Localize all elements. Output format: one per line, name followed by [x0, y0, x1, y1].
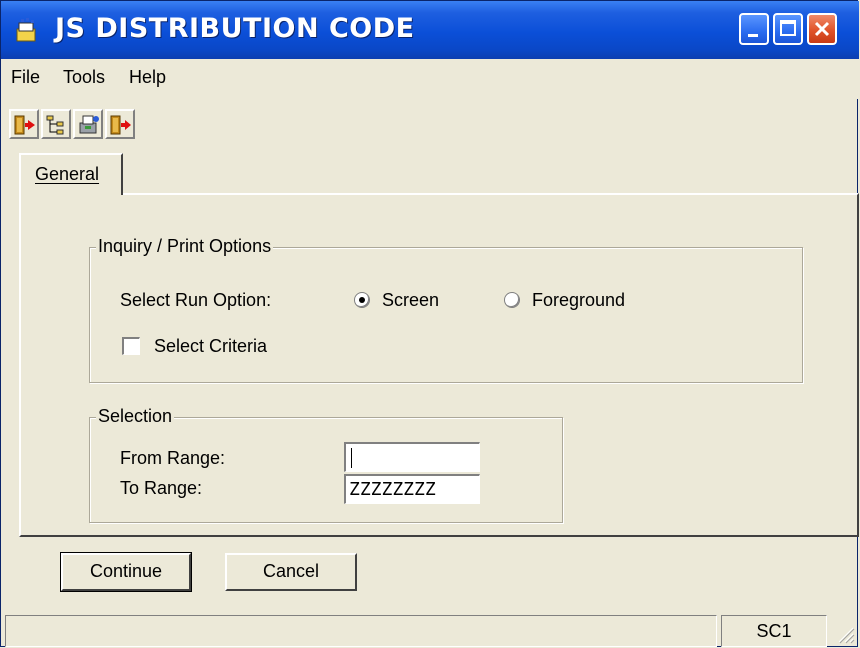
status-pane-main — [5, 615, 717, 647]
maximize-button[interactable] — [773, 13, 803, 45]
select-criteria-checkbox[interactable] — [122, 337, 140, 355]
selection-legend: Selection — [96, 406, 175, 427]
foreground-radio-label[interactable]: Foreground — [532, 290, 625, 311]
run-button[interactable] — [105, 109, 135, 139]
exit-button[interactable] — [9, 109, 39, 139]
status-code-text: SC1 — [756, 621, 792, 641]
print-setup-icon — [79, 115, 99, 134]
select-criteria-label[interactable]: Select Criteria — [154, 336, 267, 357]
minimize-button[interactable] — [739, 13, 769, 45]
menu-tools[interactable]: Tools — [63, 67, 105, 88]
to-range-value: ZZZZZZZZ — [349, 479, 436, 500]
window-title: JS DISTRIBUTION CODE — [55, 13, 415, 44]
status-pane-code: SC1 — [721, 615, 827, 647]
menu-help[interactable]: Help — [129, 67, 166, 88]
title-bar[interactable]: JS DISTRIBUTION CODE — [1, 1, 859, 59]
to-range-input[interactable]: ZZZZZZZZ — [344, 474, 480, 504]
tree-button[interactable] — [41, 109, 71, 139]
from-range-input[interactable] — [344, 442, 480, 472]
inquiry-print-options-group: Inquiry / Print Options Select Run Optio… — [89, 236, 803, 383]
toolbar — [1, 101, 859, 145]
tab-general[interactable]: General — [19, 153, 123, 195]
inquiry-print-options-legend: Inquiry / Print Options — [96, 236, 274, 257]
selection-group: Selection From Range: To Range: ZZZZZZZZ — [89, 406, 563, 523]
run-door-icon — [110, 115, 131, 135]
menu-file[interactable]: File — [11, 67, 40, 88]
to-range-label: To Range: — [120, 478, 203, 498]
screen-radio-label[interactable]: Screen — [382, 290, 439, 311]
tab-general-label: General — [35, 164, 100, 184]
continue-button[interactable]: Continue — [60, 552, 192, 592]
from-range-label: From Range: — [120, 448, 226, 468]
tab-panel-general: Inquiry / Print Options Select Run Optio… — [19, 193, 859, 537]
menu-bar: File Tools Help — [1, 59, 859, 99]
close-button[interactable] — [807, 13, 837, 45]
resize-grip-icon[interactable] — [835, 624, 855, 644]
radio-selected-dot — [359, 297, 365, 303]
print-setup-button[interactable] — [73, 109, 103, 139]
select-run-option-label: Select Run Option: — [120, 290, 272, 310]
status-bar: SC1 — [1, 611, 859, 648]
app-icon — [15, 17, 41, 43]
app-window: JS DISTRIBUTION CODE File Tools Help Gen… — [0, 0, 859, 648]
minimize-icon — [748, 34, 758, 37]
foreground-radio[interactable] — [504, 292, 520, 308]
cancel-button[interactable]: Cancel — [225, 553, 357, 591]
maximize-icon — [780, 20, 796, 36]
exit-door-icon — [14, 115, 35, 135]
close-icon — [814, 21, 830, 37]
screen-radio[interactable] — [354, 292, 370, 308]
text-caret — [351, 448, 352, 468]
tree-structure-icon — [46, 115, 64, 135]
